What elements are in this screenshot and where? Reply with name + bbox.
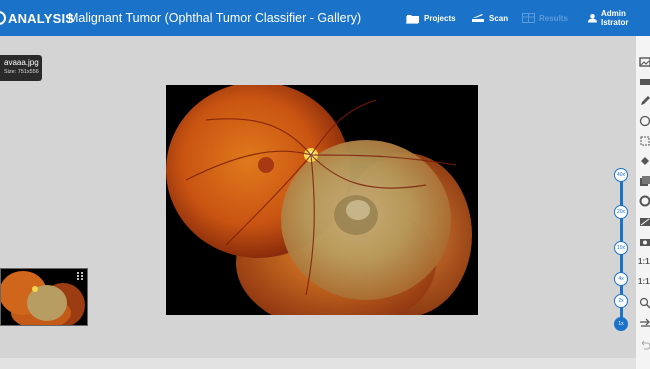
- bottom-strip: [0, 358, 636, 369]
- brand-label: ANALYSIS: [8, 10, 75, 26]
- file-info-badge: avaaa.jpg Size: 751x556: [0, 55, 42, 81]
- image-viewer[interactable]: avaaa.jpg Size: 751x556 40x 20x 10x 4x 2…: [0, 36, 650, 369]
- image-edit-icon[interactable]: [639, 56, 650, 68]
- fundus-image[interactable]: [166, 85, 478, 315]
- folder-icon: [406, 14, 419, 24]
- file-name: avaaa.jpg: [4, 58, 39, 67]
- nav-projects[interactable]: Projects: [406, 0, 456, 36]
- file-size: Size: 751x556: [4, 69, 39, 75]
- zoom-40x[interactable]: 40x: [614, 168, 628, 182]
- zoom-1x[interactable]: 1x: [614, 317, 628, 331]
- ratio-label-2[interactable]: 1:1: [638, 277, 650, 286]
- zoom-in-icon[interactable]: [639, 297, 650, 309]
- swap-icon[interactable]: [639, 318, 650, 330]
- ratio-label-1[interactable]: 1:1: [638, 257, 650, 266]
- table-view-icon[interactable]: [639, 76, 650, 88]
- pencil-icon[interactable]: [639, 95, 650, 107]
- annotation-toolbar: 1:1 1:1: [636, 36, 650, 369]
- zoom-4x[interactable]: 4x: [614, 272, 628, 286]
- nav-projects-label: Projects: [424, 13, 456, 23]
- layers-icon[interactable]: [639, 175, 650, 187]
- zoom-20x[interactable]: 20x: [614, 205, 628, 219]
- user-menu[interactable]: Admin Istrator: [588, 0, 650, 36]
- camera-icon[interactable]: [639, 236, 650, 248]
- user-icon: [588, 13, 597, 23]
- image-adjust-icon[interactable]: [639, 216, 650, 228]
- minimap-thumbnail: [1, 271, 85, 325]
- drag-handle-icon[interactable]: [77, 272, 83, 280]
- zoom-10x[interactable]: 10x: [614, 241, 628, 255]
- zoom-2x[interactable]: 2x: [614, 294, 628, 308]
- nav-results[interactable]: Results: [522, 0, 568, 36]
- brand-logo-icon: [0, 11, 6, 25]
- brand[interactable]: ANALYSIS: [0, 0, 74, 36]
- scan-icon: [472, 14, 484, 22]
- table-icon: [522, 13, 535, 23]
- nav-scan-label: Scan: [489, 13, 509, 23]
- undo-icon[interactable]: [639, 338, 650, 350]
- user-name: Admin Istrator: [600, 9, 629, 27]
- fundus-photo: [166, 85, 472, 315]
- ellipse-tool-icon[interactable]: [639, 195, 650, 207]
- lasso-icon[interactable]: [639, 135, 650, 147]
- nav-scan[interactable]: Scan: [471, 0, 508, 36]
- circle-tool-icon[interactable]: [639, 115, 650, 127]
- top-bar: ANALYSIS Malignant Tumor (Ophthal Tumor …: [0, 0, 650, 36]
- page-title: Malignant Tumor (Ophthal Tumor Classifie…: [68, 11, 362, 25]
- fill-bucket-icon[interactable]: [639, 155, 650, 167]
- nav-results-label: Results: [539, 13, 568, 23]
- minimap[interactable]: [0, 268, 88, 326]
